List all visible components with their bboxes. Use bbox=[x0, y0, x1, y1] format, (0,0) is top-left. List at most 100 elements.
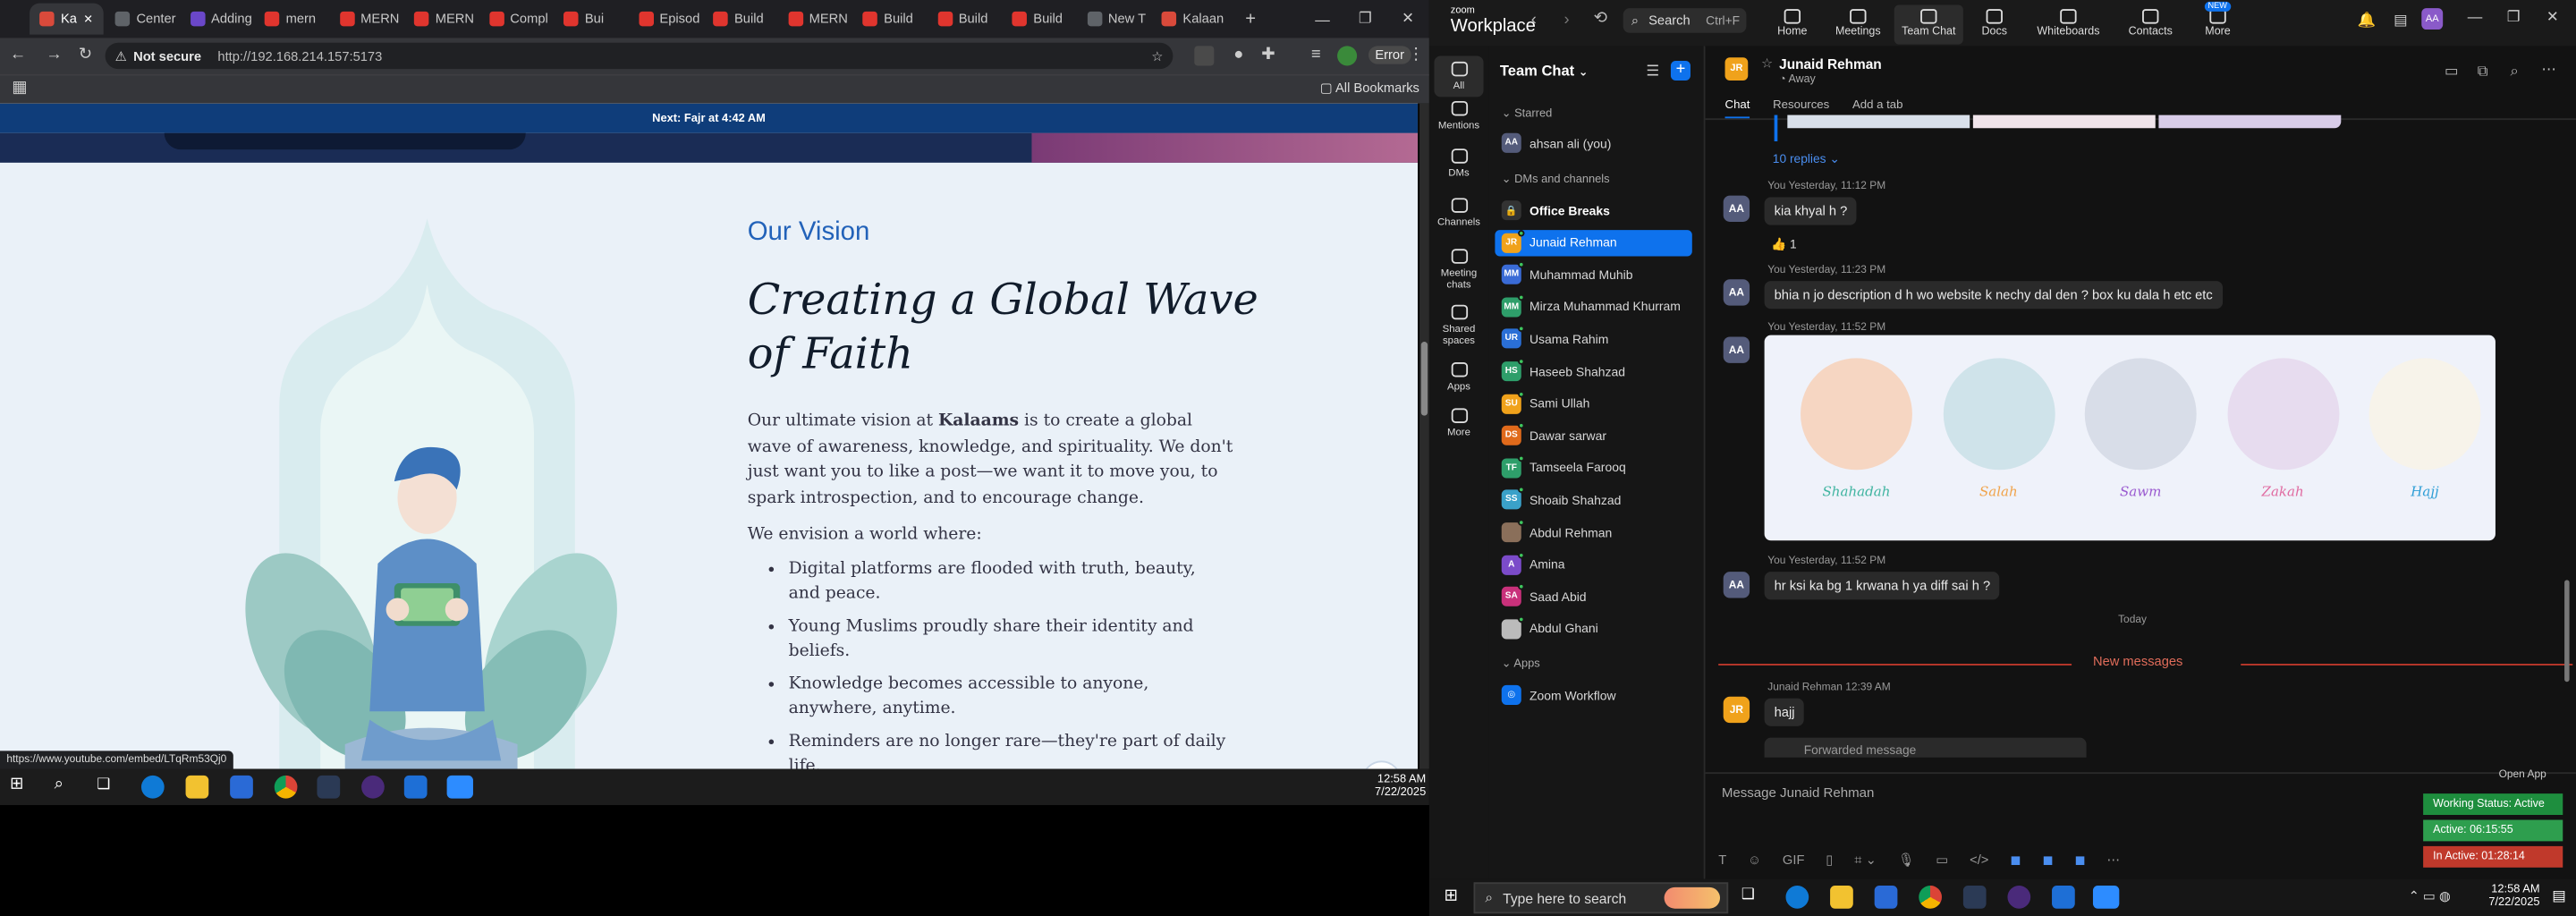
tab-5[interactable]: MERN bbox=[404, 4, 484, 35]
record-icon[interactable]: ● bbox=[1229, 46, 1249, 65]
tab-12[interactable]: Build bbox=[928, 4, 998, 35]
message-bubble[interactable]: hr ksi ka bg 1 krwana h ya diff sai h ? bbox=[1764, 572, 2001, 600]
star-icon[interactable]: ☆ bbox=[1151, 48, 1163, 64]
screenshot-icon[interactable]: ⌗ ⌄ bbox=[1854, 852, 1877, 869]
video-message-icon[interactable]: ▭ bbox=[1936, 852, 1948, 869]
video-icon[interactable]: ▭ bbox=[2445, 63, 2459, 81]
gif-icon[interactable]: GIF bbox=[1783, 852, 1805, 869]
windows-start-icon[interactable]: ⊞ bbox=[1444, 887, 1457, 905]
apps-grid-icon[interactable]: ▦ bbox=[10, 79, 30, 98]
rail-more[interactable]: More bbox=[1429, 408, 1488, 438]
puzzle-icon[interactable]: ✚ bbox=[1258, 46, 1278, 65]
tab-0[interactable]: Ka ✕ bbox=[30, 3, 104, 35]
all-bookmarks[interactable]: ▢ All Bookmarks bbox=[1320, 81, 1419, 96]
mic-icon[interactable]: 🎙 bbox=[1898, 852, 1915, 869]
file-explorer-icon[interactable] bbox=[185, 775, 209, 799]
maximize-icon[interactable]: ❐ bbox=[2507, 8, 2521, 26]
format-icon[interactable]: T bbox=[1718, 852, 1726, 869]
rail-all[interactable]: All bbox=[1434, 55, 1484, 98]
share-icon[interactable]: ⧉ bbox=[2478, 63, 2488, 81]
chat-tab-chat[interactable]: Chat bbox=[1724, 97, 1750, 119]
rail-mentions[interactable]: Mentions bbox=[1429, 100, 1488, 131]
tab-7[interactable]: Bui bbox=[554, 4, 614, 35]
scroll-up-button[interactable] bbox=[1361, 760, 1402, 769]
profile-avatar[interactable] bbox=[1337, 46, 1358, 66]
zoom-taskbar-icon[interactable] bbox=[2092, 885, 2120, 909]
chat-contact-name[interactable]: Junaid Rehman bbox=[1779, 55, 1882, 72]
tab-4[interactable]: MERN bbox=[329, 4, 409, 35]
sidebar-item-zoom-workflow[interactable]: ◎ Zoom Workflow bbox=[1495, 682, 1691, 708]
more-icon[interactable]: ⋯ bbox=[2107, 852, 2121, 869]
new-tab-button[interactable]: + bbox=[1235, 4, 1266, 35]
sidebar-item-mirza-muhammad-khurram[interactable]: MM Mirza Muhammad Khurram bbox=[1495, 293, 1691, 319]
nav-whiteboards[interactable]: Whiteboards bbox=[2034, 5, 2103, 45]
nav-docs[interactable]: Docs bbox=[1960, 5, 2029, 45]
tab-15[interactable]: Kalaan bbox=[1152, 4, 1234, 35]
app-icon[interactable]: ◼ bbox=[2074, 852, 2085, 869]
app-icon[interactable] bbox=[317, 775, 341, 799]
back-icon[interactable]: ← bbox=[8, 46, 28, 65]
reload-icon[interactable]: ↻ bbox=[75, 46, 95, 65]
search-icon[interactable]: ⌕ bbox=[2510, 63, 2518, 81]
nav-team-chat[interactable]: Team Chat bbox=[1894, 4, 1963, 45]
sidebar-item-tamseela-farooq[interactable]: TF Tamseela Farooq bbox=[1495, 454, 1691, 480]
minimize-icon[interactable]: — bbox=[1301, 0, 1344, 38]
task-view-icon[interactable]: ❑ bbox=[1741, 886, 1765, 909]
nav-contacts[interactable]: Contacts bbox=[2116, 5, 2185, 45]
rail-channels[interactable]: Channels bbox=[1429, 197, 1488, 228]
nav-meetings[interactable]: Meetings bbox=[1824, 5, 1893, 45]
rail-shared-spaces[interactable]: Shared spaces bbox=[1429, 304, 1488, 347]
zoom-taskbar-icon[interactable] bbox=[446, 775, 473, 799]
forward-icon[interactable]: → bbox=[45, 46, 64, 65]
media-icon[interactable]: ≡ bbox=[1306, 46, 1326, 65]
edge-icon[interactable] bbox=[1785, 885, 1809, 909]
app-icon[interactable]: ◼ bbox=[2010, 852, 2021, 869]
nav-more[interactable]: More NEW bbox=[2183, 1, 2252, 45]
filter-icon[interactable]: ☰ bbox=[1646, 63, 1659, 81]
history-icon[interactable]: ⟲ bbox=[1594, 10, 1607, 28]
starred-section[interactable]: ⌄ Starred bbox=[1502, 106, 1553, 120]
emoji-icon[interactable]: ☺ bbox=[1748, 852, 1761, 869]
sidebar-item-sami-ullah[interactable]: SU Sami Ullah bbox=[1495, 390, 1691, 416]
message-bubble[interactable]: hajj bbox=[1764, 698, 1805, 726]
edge-icon[interactable] bbox=[140, 775, 165, 799]
nav-home[interactable]: Home bbox=[1758, 5, 1826, 45]
extension-icon[interactable] bbox=[1194, 46, 1215, 66]
tab-3[interactable]: mern bbox=[255, 4, 326, 35]
bell-icon[interactable]: 🔔 bbox=[2358, 12, 2377, 30]
code-icon[interactable]: </> bbox=[1970, 852, 1988, 869]
star-icon[interactable]: ☆ bbox=[1761, 55, 1773, 71]
app-icon[interactable] bbox=[1962, 885, 1987, 909]
compose-plus-icon[interactable]: + bbox=[1670, 60, 1690, 81]
sidebar-item-dawar-sarwar[interactable]: DS Dawar sarwar bbox=[1495, 422, 1691, 448]
rail-dms[interactable]: DMs bbox=[1429, 148, 1488, 179]
search-icon[interactable]: ⌕ bbox=[55, 776, 78, 799]
sidebar-title[interactable]: Team Chat ⌄ bbox=[1500, 63, 1589, 79]
sidebar-item-junaid-rehman[interactable]: JR Junaid Rehman bbox=[1495, 229, 1692, 256]
chat-scrollbar[interactable] bbox=[2563, 123, 2572, 781]
page-scrollbar[interactable] bbox=[1419, 103, 1429, 769]
menu-icon[interactable]: ⋮ bbox=[1406, 46, 1426, 65]
chrome-icon[interactable] bbox=[274, 775, 298, 799]
sidebar-item-self[interactable]: AA ahsan ali (you) bbox=[1495, 130, 1691, 156]
taskbar-search[interactable]: ⌕ Type here to search bbox=[1473, 882, 1729, 914]
app-icon[interactable]: ◼ bbox=[2042, 852, 2053, 869]
sidebar-item-saad-abid[interactable]: SA Saad Abid bbox=[1495, 583, 1691, 609]
more-icon[interactable]: ⋯ bbox=[2541, 61, 2556, 79]
open-app-label[interactable]: Open App bbox=[2499, 769, 2546, 781]
sidebar-item-amina[interactable]: A Amina bbox=[1495, 551, 1691, 577]
notification-icon[interactable]: ▤ bbox=[2552, 887, 2566, 905]
sidebar-item-usama-rahim[interactable]: UR Usama Rahim bbox=[1495, 326, 1691, 352]
sidebar-item-abdul-ghani[interactable]: Abdul Ghani bbox=[1495, 615, 1691, 641]
tab-2[interactable]: Adding bbox=[180, 4, 262, 35]
sidebar-item-haseeb-shahzad[interactable]: HS Haseeb Shahzad bbox=[1495, 358, 1691, 384]
tab-10[interactable]: MERN bbox=[778, 4, 858, 35]
back-icon[interactable]: ‹ bbox=[1531, 12, 1537, 30]
sidebar-item-office-breaks[interactable]: 🔒 Office Breaks bbox=[1495, 197, 1691, 223]
address-bar[interactable]: ⚠ Not secure http://192.168.214.157:5173… bbox=[105, 42, 1174, 70]
sidebar-item-abdul-rehman[interactable]: Abdul Rehman bbox=[1495, 519, 1691, 545]
tray-icons[interactable]: ⌃ ▭ ◍ bbox=[2409, 889, 2451, 904]
forwarded-message[interactable]: Forwarded message bbox=[1764, 737, 2087, 758]
tab-9[interactable]: Build bbox=[703, 4, 774, 35]
zoom-search[interactable]: ⌕ Search Ctrl+F bbox=[1623, 8, 1747, 33]
